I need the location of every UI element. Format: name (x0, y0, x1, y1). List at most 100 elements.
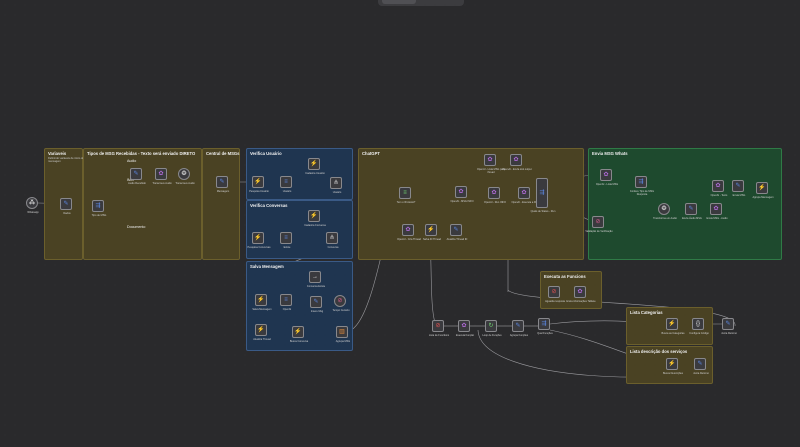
node-transforma-audio[interactable]: ❂ Transforma em Audio (653, 203, 677, 220)
node-qual-funcoes[interactable]: ⇶ Qual Funções (537, 318, 553, 335)
node-insere-msg[interactable]: ✎ Insere Msg (310, 296, 323, 313)
node-salva-mensagem[interactable]: ⚡ Salva Mensagem (252, 294, 272, 311)
node-validacao-verificacao[interactable]: ⊘ Validação de Verificação (585, 216, 613, 233)
node-mensagem[interactable]: ✎ Mensagem (216, 176, 229, 193)
node-openai-cria-thread[interactable]: ✿ OpenAI - Cria Thread (397, 224, 421, 241)
node-loop-de-funcoes[interactable]: ↻ Loop de Funções (482, 320, 502, 337)
node-envia-msg[interactable]: ✎ Envia MSG (732, 180, 745, 197)
openai-icon: ✿ (458, 189, 464, 195)
node-salva-id-thread[interactable]: ⚡ Salva ID Thread (423, 224, 441, 241)
edit-icon: ✎ (219, 179, 225, 185)
node-conversa-merge[interactable]: ⋔ Conversa (326, 232, 338, 249)
node-envia-informacoes[interactable]: ✿ Envia informações Tablete (566, 286, 596, 303)
node-label: Mensagem (216, 190, 230, 193)
node-openai-run-info[interactable]: ✿ OpenAI - Run INFO (484, 187, 506, 204)
node-usuario-check[interactable]: ≡ Usuário (280, 176, 292, 193)
bolt-icon: ⚡ (254, 235, 262, 241)
node-label: Tipo de MSG (91, 214, 107, 217)
group-chatgpt[interactable]: ChatGPT (358, 148, 584, 260)
node-audio-recebido[interactable]: ✎ Audio Recebido (128, 168, 146, 185)
node-label: Agrupa Mensagem (752, 196, 774, 199)
node-envia-msg-audio[interactable]: ✿ Envia MSG - Audio (706, 203, 728, 220)
node-conversa-existe[interactable]: → Conversa Existe (307, 271, 325, 288)
node-atualiza-thread[interactable]: ⚡ Atualiza Thread (253, 324, 271, 341)
node-tem-id-assist[interactable]: ≡ Tem o ID Assist? (397, 187, 415, 204)
group-title: Salva Mensagem (250, 264, 284, 269)
node-whatsapp[interactable]: ⁂ Whatsapp (26, 197, 39, 214)
node-confere-tipo-resposta[interactable]: ⇶ Confere Tipo de MSG Resposta (630, 176, 654, 196)
node-label: Cadastra Usuário (305, 172, 325, 175)
node-label: Busca Conversa (289, 340, 309, 343)
node-label: Atualiza Thread ID (446, 238, 468, 241)
group-title: Lista descrição dos serviços (630, 349, 688, 354)
group-title: ChatGPT (362, 151, 380, 156)
edit-icon: ✎ (697, 361, 703, 367)
edit-icon: ✎ (63, 201, 69, 207)
group-title: Executa as Funcions (544, 274, 586, 279)
node-transcreve-audio-1[interactable]: ✿ Transcreve Audio (152, 168, 172, 185)
openai-icon: ✿ (158, 171, 164, 177)
node-busca-conversa[interactable]: ⚡ Busca Conversa (290, 326, 308, 343)
node-busca-descricoes[interactable]: ⚡ Busca Descrições (663, 358, 683, 375)
code-icon: ≡ (284, 179, 288, 185)
node-openai-lista-msg[interactable]: ✿ OpenAI - Lista MSG para thread (477, 154, 505, 174)
node-label: OpenAI - Lista MSG (595, 183, 619, 186)
openai-icon: ✿ (603, 172, 609, 178)
node-status-run[interactable]: ⇶ Qualo de Status - Run (531, 178, 555, 213)
node-tipo-de-msg[interactable]: ⇶ Tipo de MSG (92, 200, 106, 217)
node-cadastra-usuario[interactable]: ⚡ Cadastra Usuário (305, 158, 325, 175)
group-title: Lista Categorias (630, 310, 663, 315)
node-label: Conversa (327, 246, 339, 249)
node-label: Transcreve Audio (175, 182, 195, 185)
node-openai-lista-msg-env[interactable]: ✿ OpenAI - Lista MSG (596, 169, 618, 186)
node-usuario-merge[interactable]: ⋔ Usuário (330, 177, 342, 194)
node-aguarda-resposta[interactable]: ⊘ Aguarda resposta (545, 286, 565, 303)
node-existe[interactable]: ≡ Existe (280, 232, 292, 249)
node-openai-tool-output[interactable]: ✿ OpenAI - Envia tool output (502, 154, 532, 171)
node-agrupa-msg[interactable]: ▥ Agrupa MSG (336, 326, 350, 343)
node-label: Atualiza Thread (253, 338, 271, 341)
node-busca-categorias[interactable]: ⚡ Busca as Categorias (661, 318, 685, 335)
group-verifica-conversas[interactable]: Verifica Conversas (246, 200, 353, 259)
node-envia-audio-msg[interactable]: ✎ Envia Áudio MSG (682, 203, 702, 220)
node-label: Junta Retorno (693, 372, 709, 375)
node-label: Qual Funções (537, 332, 553, 335)
node-lista-de-functions[interactable]: ⊘ Lista de Functions (429, 320, 449, 337)
node-transcreve-audio-2[interactable]: ❂ Transcreve Audio (175, 168, 195, 185)
node-label: Envia informações Tablete (566, 300, 596, 303)
openai-icon: ✿ (715, 183, 721, 189)
edit-icon: ✎ (725, 321, 731, 327)
node-label: Envia MSG - Audio (706, 217, 728, 220)
node-label: Cadastra Conversa (304, 224, 326, 227)
workflow-canvas[interactable]: Variaveis Definindo variáveis de início … (0, 0, 800, 447)
node-openai-texto[interactable]: ✿ OpenAI - Texto (711, 180, 727, 197)
node-pesquisa-conversas[interactable]: ⚡ Pesquisa Conversas (248, 232, 270, 249)
node-atualiza-thread-id[interactable]: ✎ Atualiza Thread ID (447, 224, 467, 241)
switch-icon: ⇶ (638, 179, 644, 185)
node-label: Usuário (332, 191, 342, 194)
bolt-icon: ⚡ (254, 179, 262, 185)
node-dados[interactable]: ✎ Dados (60, 198, 72, 215)
code-icon: ≡ (403, 190, 407, 196)
node-executa-funcao[interactable]: ✿ Executa Função (456, 320, 474, 337)
node-tempo-cenario[interactable]: ⊘ Tempo Cenário (333, 295, 349, 312)
openai-icon: ✿ (577, 289, 583, 295)
stop-icon: ⊘ (595, 219, 601, 225)
node-agrupa-mensagem[interactable]: ⚡ Agrupa Mensagem (752, 182, 774, 199)
group-title: Verifica Usuário (250, 151, 282, 156)
node-junta-retorno-cat[interactable]: ✎ Junta Retorno (721, 318, 737, 335)
node-agrupa-funcoes[interactable]: ✎ Agrupa Funções (510, 320, 528, 337)
edit-icon: ✎ (688, 206, 694, 212)
node-pesquisa-usuario[interactable]: ⚡ Pesquisa Usuário (249, 176, 269, 193)
group-central-de-msgs[interactable]: Central de MSGs (202, 148, 240, 260)
node-openai-executa-run[interactable]: ✿ OpenAI - Executa a Run (511, 187, 539, 204)
node-cadastra-conversa[interactable]: ⚡ Cadastra Conversa (304, 210, 326, 227)
openai-icon: ✿ (513, 157, 519, 163)
node-junta-retorno-desc[interactable]: ✎ Junta Retorno (693, 358, 709, 375)
code-icon: ≡ (284, 297, 288, 303)
node-openai-msg-info[interactable]: ✿ OpenAI - MSG INFO (450, 186, 474, 203)
node-configura-codigo[interactable]: {} Configura Código (689, 318, 709, 335)
node-openai-sm[interactable]: ≡ OpenAI (280, 294, 292, 311)
merge-icon: ⋔ (333, 180, 339, 186)
webhook-icon: ⁂ (29, 200, 35, 206)
